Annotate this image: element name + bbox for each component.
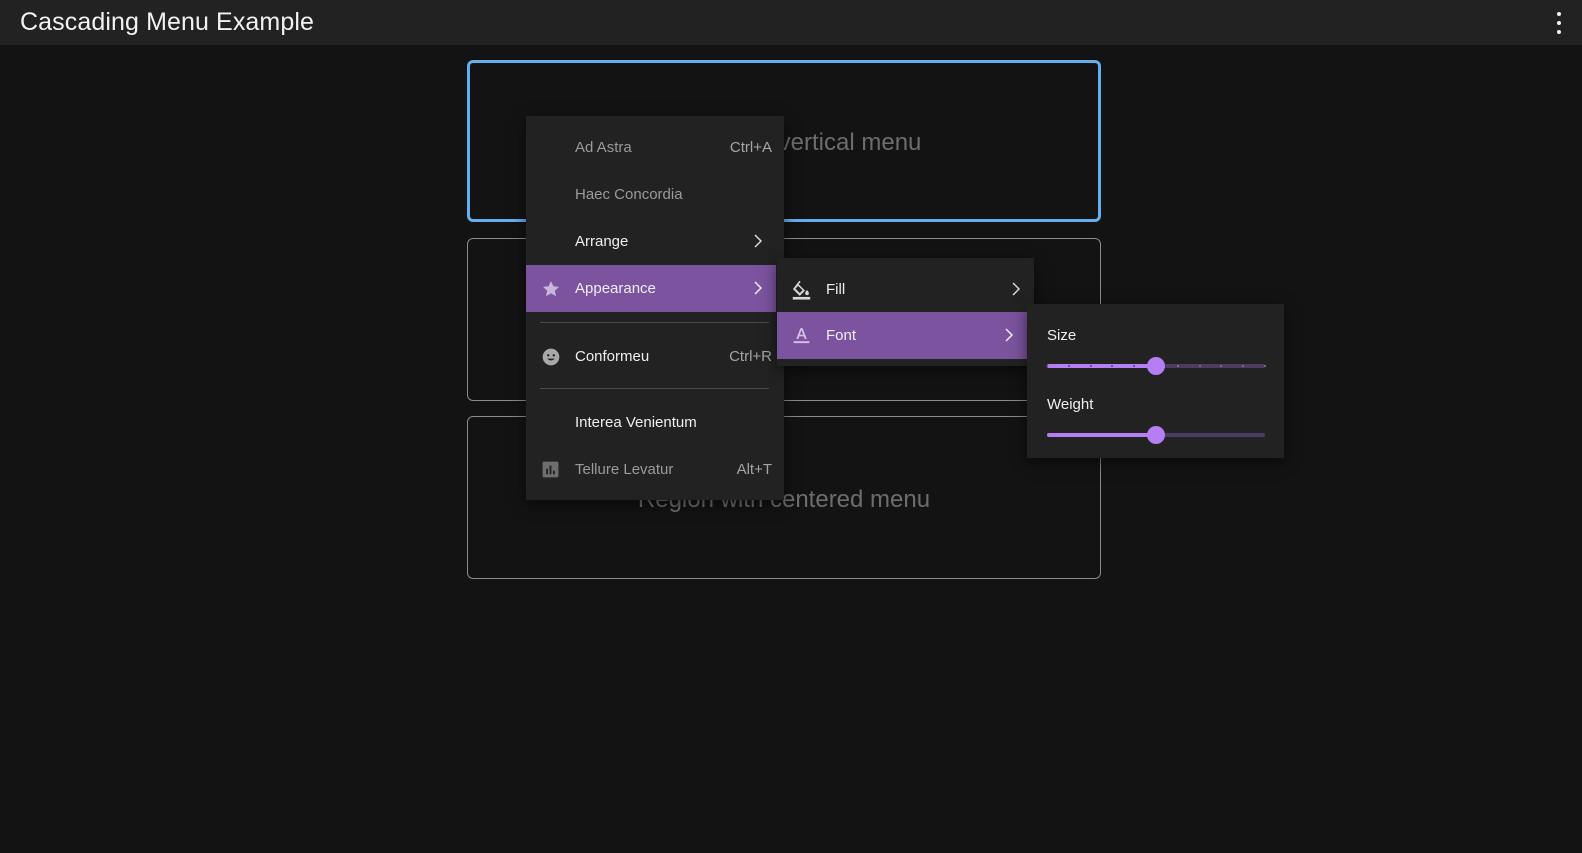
menu-item-font[interactable]: Font — [777, 312, 1027, 359]
menu-item-appearance[interactable]: Appearance — [526, 265, 776, 312]
chevron-right-icon — [754, 234, 763, 248]
more-vert-icon[interactable] — [1554, 12, 1564, 34]
slider-tick — [1198, 365, 1201, 367]
cascading-menu: Ad Astra Ctrl+A Haec Concordia Arrange A… — [526, 116, 784, 500]
slider-thumb[interactable] — [1147, 357, 1165, 375]
menu-item-interea-venientum[interactable]: Interea Venientum — [526, 399, 784, 446]
menu-item-shortcut: Ctrl+R — [729, 348, 772, 365]
app-bar: Cascading Menu Example — [0, 0, 1582, 45]
menu-item-shortcut: Alt+T — [736, 461, 772, 478]
chevron-right-icon — [754, 281, 763, 295]
size-slider[interactable] — [1046, 356, 1266, 376]
menu-item-label: Tellure Levatur — [575, 461, 674, 478]
menu-item-conformeu[interactable]: Conformeu Ctrl+R — [526, 333, 784, 380]
menu-item-arrange[interactable]: Arrange — [526, 218, 776, 265]
menu-item-ad-astra[interactable]: Ad Astra Ctrl+A — [526, 124, 784, 171]
menu-divider — [540, 388, 769, 389]
font-settings-panel: Size Weight — [1027, 304, 1284, 458]
menu-item-label: Font — [826, 327, 857, 344]
menu-item-fill[interactable]: Fill — [777, 266, 1034, 313]
bar-chart-icon — [540, 459, 561, 480]
menu-item-shortcut: Ctrl+A — [729, 139, 772, 156]
slider-tick — [1176, 365, 1179, 367]
slider-thumb[interactable] — [1147, 426, 1165, 444]
menu-item-label: Ad Astra — [575, 139, 632, 156]
slider-fill — [1047, 433, 1156, 437]
slider-tick — [1046, 365, 1048, 367]
menu-item-label: Interea Venientum — [575, 414, 697, 431]
chevron-right-icon — [1012, 282, 1021, 296]
menu-item-label: Haec Concordia — [575, 186, 683, 203]
paint-bucket-icon — [791, 279, 812, 300]
chevron-right-icon — [1005, 328, 1014, 342]
menu-item-label: Conformeu — [575, 348, 650, 365]
slider-tick — [1264, 365, 1266, 367]
menu-item-tellure-levatur[interactable]: Tellure Levatur Alt+T — [526, 446, 784, 493]
slider-tick — [1089, 365, 1092, 367]
menu-item-haec-concordia[interactable]: Haec Concordia — [526, 171, 784, 218]
weight-slider-label: Weight — [1047, 396, 1094, 413]
menu-item-label: Appearance — [575, 280, 656, 297]
star-icon — [540, 278, 561, 299]
text-format-icon — [791, 325, 812, 346]
app-title: Cascading Menu Example — [20, 8, 315, 36]
slider-tick — [1067, 365, 1070, 367]
slider-fill — [1047, 364, 1156, 368]
weight-slider[interactable] — [1047, 425, 1265, 445]
menu-item-label: Fill — [826, 281, 846, 298]
menu-item-label: Arrange — [575, 233, 629, 250]
appearance-submenu: Fill Font — [777, 258, 1034, 366]
size-slider-label: Size — [1047, 327, 1077, 344]
smiley-face-icon — [540, 346, 561, 367]
menu-divider — [540, 322, 769, 323]
